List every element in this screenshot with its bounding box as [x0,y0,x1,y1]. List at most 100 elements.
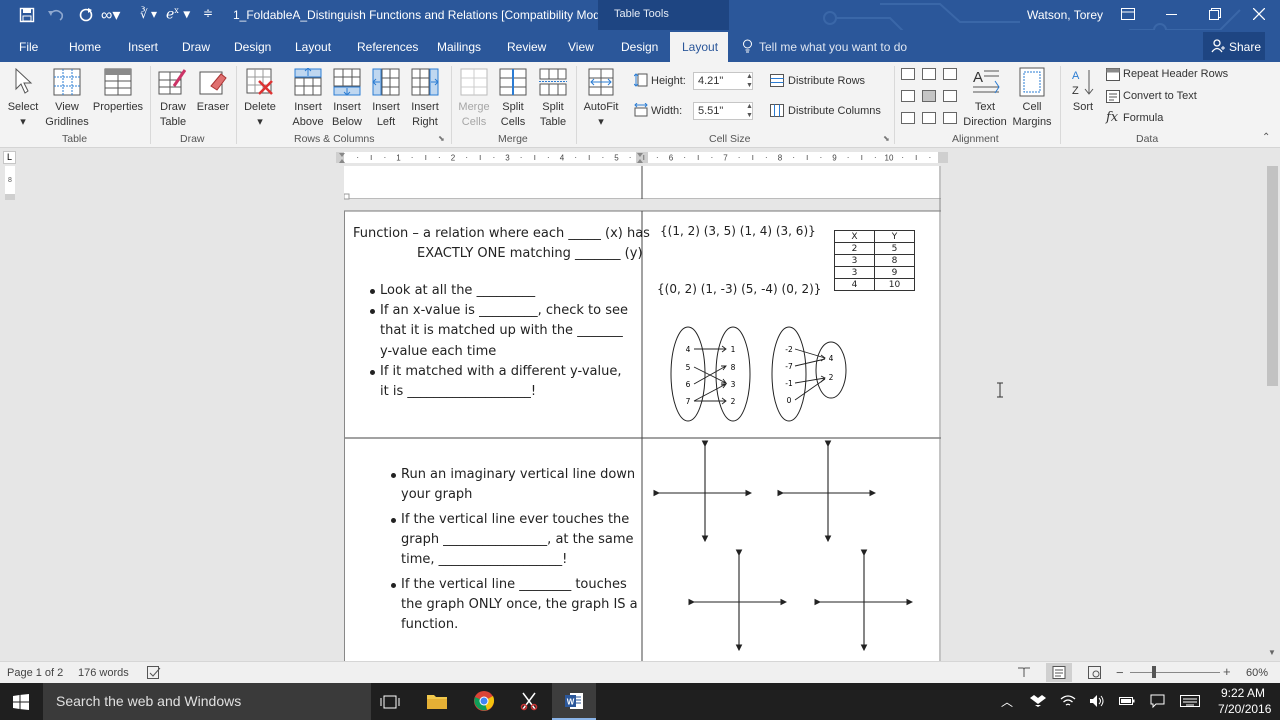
align-center-left-icon[interactable] [901,90,915,102]
bullet-dot [391,583,396,588]
vertical-line-bullet3-line2: the graph ONLY once, the graph IS a [401,597,638,612]
qat-fraction-icon[interactable]: ∛ ▾ [140,7,157,21]
dropbox-icon[interactable] [1030,694,1046,708]
zoom-in-icon[interactable]: + [1223,664,1231,679]
windows-start-icon[interactable] [13,694,29,710]
xy-table-cell: 8 [874,254,915,267]
height-spinner-icon[interactable]: ▲ ▼ [746,72,753,90]
tray-chevron-icon[interactable]: ︿ [1001,693,1013,710]
align-bottom-center-icon[interactable] [922,112,936,124]
align-center-icon[interactable] [922,90,936,102]
scrollbar-thumb[interactable] [1267,166,1278,386]
repeat-header-rows-button[interactable]: Repeat Header Rows [1123,68,1228,80]
tab-references[interactable]: References [357,40,418,54]
tab-draw[interactable]: Draw [182,40,210,54]
zoom-level[interactable]: 60% [1246,667,1268,679]
convert-to-text-button[interactable]: Convert to Text [1123,90,1197,102]
insert-above-button[interactable]: Insert Above [288,100,328,130]
tab-file[interactable]: File [19,40,38,54]
file-explorer-icon[interactable] [426,692,448,710]
snipping-tool-icon[interactable] [519,691,539,711]
height-input[interactable]: 4.21" [693,72,753,90]
view-gridlines-button[interactable]: View Gridlines [40,100,94,130]
insert-above-icon [294,68,322,96]
ruler-number: 5 [614,154,619,163]
split-cells-button[interactable]: Split Cells [493,100,533,130]
text-direction-button[interactable]: Text Direction [962,100,1008,130]
collapse-ribbon-icon[interactable]: ⌃ [1262,132,1270,143]
page-count[interactable]: Page 1 of 2 [7,667,63,679]
tell-me-box[interactable]: Tell me what you want to do [759,40,907,54]
vertical-scrollbar[interactable]: ▼ [1265,148,1280,661]
web-layout-icon[interactable] [1088,666,1102,679]
person-icon [1211,39,1225,53]
redo-icon[interactable] [78,7,94,23]
tab-table-design[interactable]: Design [621,40,658,54]
qat-infinity-icon[interactable]: ∞▾ [101,5,120,25]
task-view-icon[interactable] [380,694,400,710]
vertical-ruler[interactable]: 8 [0,166,18,661]
chrome-icon[interactable] [473,690,495,712]
zoom-slider[interactable] [1130,672,1220,673]
cell-size-launcher-icon[interactable]: ⬊ [883,134,890,143]
clock-date[interactable]: 7/20/2016 [1218,702,1271,716]
formula-button[interactable]: Formula [1123,112,1163,124]
tab-layout[interactable]: Layout [295,40,331,54]
align-bottom-right-icon[interactable] [943,112,957,124]
width-input[interactable]: 5.51" [693,102,753,120]
customize-qat-icon[interactable]: ≑ [203,6,213,20]
insert-below-button[interactable]: Insert Below [327,100,367,130]
split-table-button[interactable]: Split Table [533,100,573,130]
row-height-icon [634,73,648,87]
distribute-columns-button[interactable]: Distribute Columns [788,105,881,117]
autofit-button[interactable]: AutoFit ▾ [578,100,624,130]
undo-icon[interactable] [47,8,65,22]
tab-design[interactable]: Design [234,40,271,54]
rows-columns-launcher-icon[interactable]: ⬊ [438,134,445,143]
document-page[interactable]: Function – a relation where each _____ (… [344,166,941,661]
tab-view[interactable]: View [568,40,594,54]
battery-icon[interactable] [1119,695,1135,707]
eraser-button[interactable]: Eraser [195,100,231,115]
tab-home[interactable]: Home [69,40,101,54]
proofing-icon[interactable] [147,666,161,679]
delete-button[interactable]: Delete ▾ [240,100,280,130]
qat-exponent-icon[interactable]: ex ▾ [166,6,190,23]
clock-time[interactable]: 9:22 AM [1221,686,1265,700]
draw-table-button[interactable]: Draw Table [152,100,194,130]
properties-button[interactable]: Properties [90,100,146,115]
insert-left-button[interactable]: Insert Left [366,100,406,130]
align-top-center-icon[interactable] [922,68,936,80]
tab-mailings[interactable]: Mailings [437,40,481,54]
align-top-left-icon[interactable] [901,68,915,80]
action-center-icon[interactable] [1150,694,1165,708]
properties-icon [104,68,132,96]
separator [236,66,237,144]
zoom-slider-thumb[interactable] [1152,666,1156,678]
align-bottom-left-icon[interactable] [901,112,915,124]
column-width-icon [634,103,648,117]
sort-button[interactable]: Sort [1064,100,1102,115]
insert-right-button[interactable]: Insert Right [405,100,445,130]
cell-margins-button[interactable]: Cell Margins [1010,100,1054,130]
vertical-line-bullet2-line3: time, ___________________! [401,552,568,567]
merge-cells-button[interactable]: Merge Cells [453,100,495,130]
distribute-rows-button[interactable]: Distribute Rows [788,75,865,87]
scroll-down-icon[interactable]: ▼ [1268,648,1276,657]
save-icon[interactable] [19,7,35,23]
insert-below-icon [333,68,361,96]
tab-insert[interactable]: Insert [128,40,158,54]
wifi-icon[interactable] [1060,694,1076,708]
bullet-dot [391,518,396,523]
zoom-out-icon[interactable]: − [1116,665,1124,680]
volume-icon[interactable] [1089,694,1105,708]
width-spinner-icon[interactable]: ▲ ▼ [746,102,753,120]
horizontal-ruler[interactable]: 1 2 3 4 5 6 7 8 9 10 [336,148,948,166]
align-top-right-icon[interactable] [943,68,957,80]
word-count[interactable]: 176 words [78,667,129,679]
keyboard-icon[interactable] [1180,695,1200,707]
tab-review[interactable]: Review [507,40,546,54]
align-center-right-icon[interactable] [943,90,957,102]
tab-selector[interactable]: L [3,151,16,164]
read-mode-icon[interactable] [1017,667,1031,678]
